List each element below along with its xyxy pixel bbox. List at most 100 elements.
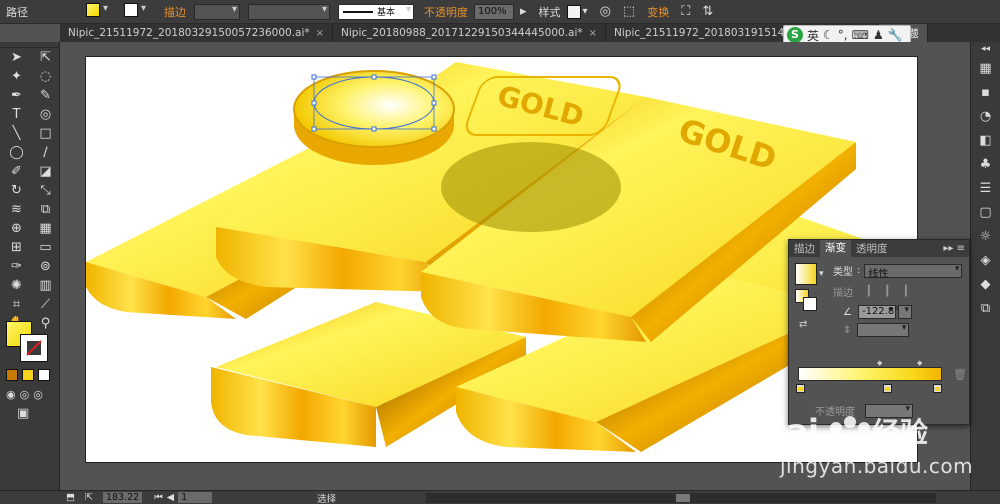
color-mode-icon[interactable] <box>6 369 18 381</box>
angle-field[interactable]: -122.8° <box>857 305 899 319</box>
prev-page-icon[interactable]: ◀ <box>167 492 174 503</box>
blend-tool-icon[interactable]: ⊚ <box>33 257 58 276</box>
draw-inside-icon[interactable]: ◎ <box>33 388 43 401</box>
appearance-panel-icon[interactable]: ☼ <box>971 224 1000 248</box>
eraser-icon[interactable]: ◪ <box>33 162 58 181</box>
opacity-field[interactable]: 100% <box>474 3 514 20</box>
layers-panel-icon[interactable]: ◆ <box>971 272 1000 296</box>
isolate-icon[interactable]: ⛶ <box>681 4 690 19</box>
fill-dropdown[interactable] <box>102 3 110 20</box>
rotate-tool-icon[interactable]: ↻ <box>4 181 29 200</box>
draw-behind-icon[interactable]: ◎ <box>20 388 30 401</box>
none-mode-icon[interactable] <box>38 369 50 381</box>
slice-tool-icon[interactable]: ⟋ <box>33 295 58 314</box>
type-tool-icon[interactable]: T <box>4 105 29 124</box>
color-panel-icon[interactable]: ▪ <box>971 80 1000 104</box>
stroke-label[interactable]: 描边 <box>164 4 186 20</box>
pencil-icon[interactable]: ✐ <box>4 162 29 181</box>
gradient-stop[interactable] <box>933 384 942 393</box>
screen-mode-icon[interactable]: ▣ <box>17 406 29 421</box>
pathfinder-icon[interactable]: ◈ <box>971 248 1000 272</box>
page-field[interactable]: 1 <box>178 492 213 503</box>
wrench-icon[interactable]: 🔧 <box>888 28 903 42</box>
gradient-preview[interactable] <box>795 263 817 285</box>
ime-lang[interactable]: 英 <box>807 27 819 44</box>
more-options-icon[interactable]: ⇅ <box>702 4 713 19</box>
opacity-arrow-icon[interactable]: ▸ <box>520 4 527 19</box>
symbols-panel-icon[interactable]: ♣ <box>971 152 1000 176</box>
curvature-tool-icon[interactable]: ✎ <box>33 86 58 105</box>
transform-label[interactable]: 变换 <box>647 4 669 20</box>
gradient-stop[interactable] <box>883 384 892 393</box>
line-tool-icon[interactable]: ╲ <box>4 124 29 143</box>
column-graph-icon[interactable]: ▥ <box>33 276 58 295</box>
free-transform-icon[interactable]: ⧉ <box>33 200 58 219</box>
recolor-artwork-icon[interactable]: ◎ <box>600 4 611 19</box>
gradient-slider[interactable] <box>798 367 942 381</box>
doc-tab[interactable]: Nipic_20180988_20171229150344445000.ai* × <box>333 24 607 42</box>
horizontal-scrollbar[interactable] <box>426 492 937 503</box>
panel-collapse-icon[interactable]: ◂◂ <box>971 42 1000 56</box>
perspective-icon[interactable]: ▦ <box>33 219 58 238</box>
punctuation-icon[interactable]: °, <box>838 28 848 42</box>
eyedropper-icon[interactable]: ✑ <box>4 257 29 276</box>
moon-icon[interactable]: ☾ <box>823 28 834 42</box>
shape-builder-icon[interactable]: ⊕ <box>4 219 29 238</box>
keyboard-icon[interactable]: ⌨ <box>852 28 869 42</box>
transform-panel-icon[interactable]: ▦ <box>971 56 1000 80</box>
tab-transparency[interactable]: 透明度 <box>851 241 893 256</box>
graphic-styles-icon[interactable]: ◧ <box>971 128 1000 152</box>
stroke-color-swatch[interactable] <box>124 3 138 20</box>
variable-width-profile[interactable] <box>248 3 330 20</box>
gradient-panel-icon[interactable]: ▢ <box>971 200 1000 224</box>
stroke-dropdown[interactable] <box>140 3 148 20</box>
stroke-weight-field[interactable] <box>194 3 240 20</box>
aspect-ratio-field[interactable] <box>857 323 910 337</box>
doc-info-icon[interactable]: ⬒ <box>66 492 75 503</box>
gradient-stop[interactable] <box>796 384 805 393</box>
fill-stroke-widget[interactable] <box>6 321 52 365</box>
rectangle-tool-icon[interactable]: □ <box>33 124 58 143</box>
zoom-field[interactable]: 183.22 <box>102 492 143 503</box>
scale-tool-icon[interactable]: ⤡ <box>33 181 58 200</box>
gold-coin[interactable] <box>293 70 455 165</box>
stroke-gradient-swatch[interactable] <box>803 297 817 311</box>
pen-tool-icon[interactable]: ✒ <box>4 86 29 105</box>
width-tool-icon[interactable]: ≋ <box>4 200 29 219</box>
close-icon[interactable]: × <box>316 28 324 39</box>
gradient-tool-icon[interactable]: ▭ <box>33 238 58 257</box>
close-icon[interactable]: × <box>589 28 597 39</box>
selection-tool-icon[interactable]: ➤ <box>4 48 29 67</box>
doc-tab[interactable]: Nipic_21511972_20180329150057236000.ai* × <box>60 24 334 42</box>
stroke-panel-icon[interactable]: ☰ <box>971 176 1000 200</box>
ellipse-tool-icon[interactable]: ◯ <box>4 143 29 162</box>
panel-menu-icon[interactable]: ▸▸ ≡ <box>943 243 965 254</box>
gradient-mode-icon[interactable] <box>22 369 34 381</box>
brushes-panel-icon[interactable]: ◔ <box>971 104 1000 128</box>
spiral-tool-icon[interactable]: ◎ <box>33 105 58 124</box>
align-icon[interactable]: ⬚ <box>623 4 635 19</box>
draw-normal-icon[interactable]: ◉ <box>6 388 16 401</box>
fill-color-swatch[interactable] <box>86 3 100 20</box>
paintbrush-icon[interactable]: ∕ <box>33 143 58 162</box>
gradient-type-select[interactable]: 线性 <box>864 263 963 280</box>
artboards-panel-icon[interactable]: ⧉ <box>971 296 1000 320</box>
brush-definition[interactable]: 基本 <box>338 3 414 20</box>
tab-stroke[interactable]: 描边 <box>789 241 820 256</box>
mesh-tool-icon[interactable]: ⊞ <box>4 238 29 257</box>
tab-gradient[interactable]: 渐变 <box>820 240 851 257</box>
delete-stop-icon[interactable]: 🗑 <box>953 368 967 381</box>
magic-wand-icon[interactable]: ✦ <box>4 67 29 86</box>
user-icon[interactable]: ♟ <box>873 28 884 42</box>
sogou-logo-icon[interactable]: S <box>787 27 803 43</box>
style-swatch[interactable] <box>566 4 581 19</box>
lasso-icon[interactable]: ◌ <box>33 67 58 86</box>
symbol-sprayer-icon[interactable]: ✺ <box>4 276 29 295</box>
opacity-label[interactable]: 不透明度 <box>424 4 468 20</box>
share-icon[interactable]: ⇱ <box>85 492 93 503</box>
style-dropdown-icon[interactable]: ▾ <box>583 6 588 17</box>
gradient-presets-icon[interactable]: ▾ <box>819 269 824 279</box>
stroke-swatch[interactable] <box>20 334 48 362</box>
artboard-tool-icon[interactable]: ⌗ <box>4 295 29 314</box>
direct-selection-tool-icon[interactable]: ⇱ <box>33 48 58 67</box>
